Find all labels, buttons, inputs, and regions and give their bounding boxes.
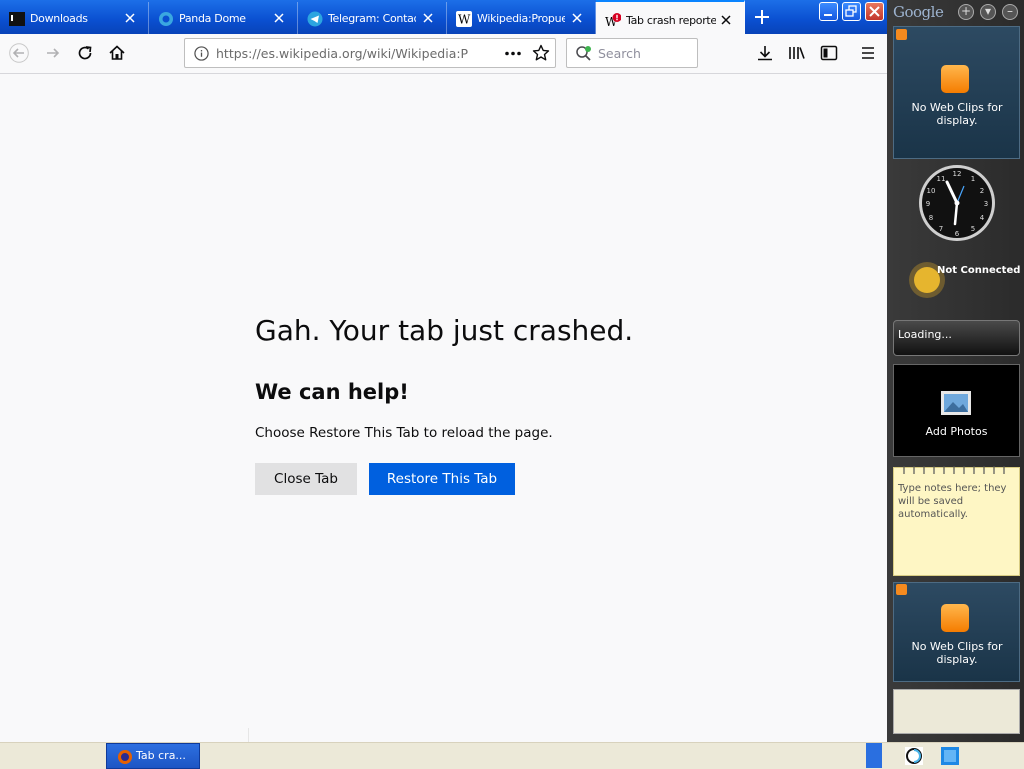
taskbar-button-label: Tab cra...: [136, 749, 186, 762]
tab-panda-dome[interactable]: Panda Dome: [149, 2, 298, 34]
search-input[interactable]: Search: [566, 38, 698, 68]
telegram-icon: [307, 11, 323, 27]
sidebar-minimize-button[interactable]: –: [1002, 4, 1018, 20]
notes-gadget[interactable]: Type notes here; they will be saved auto…: [893, 466, 1020, 576]
svg-text:9: 9: [926, 200, 930, 208]
web-clips-message: No Web Clips for display.: [911, 101, 1003, 127]
add-photos-label: Add Photos: [925, 425, 988, 438]
taskbar: Tab cra...: [0, 742, 1024, 769]
back-arrow-icon[interactable]: [9, 43, 29, 63]
tab-telegram[interactable]: Telegram: Contact: [298, 2, 447, 34]
library-icon[interactable]: [787, 43, 807, 63]
close-icon[interactable]: [273, 12, 285, 24]
svg-text:4: 4: [980, 214, 985, 222]
close-tab-button[interactable]: Close Tab: [255, 463, 357, 495]
wikipedia-icon: W: [456, 11, 472, 27]
add-gadget-button[interactable]: +: [958, 4, 974, 20]
terminal-icon: [9, 12, 25, 26]
reload-icon[interactable]: [75, 43, 95, 63]
restore-tab-button[interactable]: Restore This Tab: [369, 463, 515, 495]
svg-text:11: 11: [937, 175, 946, 183]
svg-text:2: 2: [980, 187, 984, 195]
wikipedia-crash-icon: W: [605, 13, 621, 29]
rss-icon: [896, 29, 907, 40]
crash-description: Choose Restore This Tab to reload the pa…: [255, 425, 553, 441]
navigation-toolbar: https://es.wikipedia.org/wiki/Wikipedia:…: [0, 34, 887, 74]
hamburger-menu-icon[interactable]: [858, 43, 878, 63]
close-window-icon: [869, 6, 880, 17]
web-clips-message: No Web Clips for display.: [911, 640, 1003, 666]
search-placeholder: Search: [598, 46, 641, 61]
panda-icon: [159, 12, 173, 26]
restore-window-icon: [845, 5, 857, 17]
tab-downloads[interactable]: Downloads: [0, 2, 149, 34]
home-icon[interactable]: [107, 43, 127, 63]
downloads-icon[interactable]: [755, 43, 775, 63]
tab-label: Telegram: Contact: [328, 12, 416, 25]
crash-subtitle: We can help!: [255, 380, 409, 404]
search-icon: [576, 46, 591, 61]
notes-textarea[interactable]: Type notes here; they will be saved auto…: [898, 482, 1014, 521]
url-text: https://es.wikipedia.org/wiki/Wikipedia:…: [216, 46, 468, 61]
rss-feed-icon: [941, 604, 969, 632]
photo-icon: [941, 391, 971, 415]
tab-crash-reporter[interactable]: W Tab crash reporter: [596, 0, 745, 34]
svg-text:1: 1: [971, 175, 975, 183]
bookmark-star-icon[interactable]: [532, 44, 550, 62]
tray-indicator[interactable]: [866, 743, 882, 768]
tab-label: Wikipedia:Propuesta: [477, 12, 565, 25]
close-icon[interactable]: [124, 12, 136, 24]
firefox-icon: [118, 750, 132, 764]
crash-title: Gah. Your tab just crashed.: [255, 314, 634, 347]
sidebar-empty-gadget: [893, 689, 1020, 734]
google-logo: Google: [893, 3, 944, 21]
close-window-button[interactable]: [865, 2, 884, 21]
web-clips-gadget[interactable]: No Web Clips for display.: [893, 26, 1020, 159]
svg-text:8: 8: [929, 214, 933, 222]
network-tray-icon[interactable]: [941, 747, 959, 765]
page-actions-icon[interactable]: [503, 46, 523, 61]
tab-label: Tab crash reporter: [626, 14, 716, 27]
taskbar-button-firefox[interactable]: Tab cra...: [106, 743, 200, 769]
rss-feed-icon: [941, 65, 969, 93]
photos-gadget[interactable]: Add Photos: [893, 364, 1020, 457]
restore-window-button[interactable]: [842, 2, 861, 21]
info-icon[interactable]: [194, 46, 209, 61]
minimize-icon: [824, 14, 832, 16]
tab-strip: Downloads Panda Dome Telegram: Contact W: [0, 0, 887, 34]
web-clips-gadget-2[interactable]: No Web Clips for display.: [893, 582, 1020, 682]
tab-wikipedia[interactable]: W Wikipedia:Propuesta: [447, 2, 596, 34]
url-bar[interactable]: https://es.wikipedia.org/wiki/Wikipedia:…: [184, 38, 556, 68]
svg-text:W: W: [458, 13, 471, 27]
close-icon[interactable]: [422, 12, 434, 24]
close-icon[interactable]: [720, 14, 732, 26]
weather-status: Not Connected: [937, 265, 1021, 276]
sidebar-toggle-icon[interactable]: [819, 43, 839, 63]
minimize-button[interactable]: [819, 2, 838, 21]
news-gadget[interactable]: Loading...: [893, 320, 1020, 356]
sidebar-menu-button[interactable]: ▾: [980, 4, 996, 20]
rss-icon: [896, 584, 907, 595]
close-icon[interactable]: [571, 12, 583, 24]
svg-text:7: 7: [939, 225, 943, 233]
news-loading-text: Loading...: [898, 328, 952, 341]
panda-tray-icon[interactable]: [905, 747, 923, 765]
tab-label: Downloads: [30, 12, 88, 25]
new-tab-icon[interactable]: [752, 7, 772, 27]
svg-text:12: 12: [953, 170, 962, 178]
forward-arrow-icon[interactable]: [43, 43, 63, 63]
svg-text:10: 10: [927, 187, 936, 195]
svg-text:6: 6: [955, 230, 960, 238]
svg-text:3: 3: [984, 200, 988, 208]
google-desktop-sidebar: Google + ▾ – No Web Clips for display. 1…: [887, 0, 1024, 742]
analog-clock-gadget[interactable]: 12 12 3 45 6 78 9 1011: [918, 164, 996, 242]
svg-text:5: 5: [971, 225, 975, 233]
weather-gadget[interactable]: Not Connected: [891, 256, 1021, 306]
tab-label: Panda Dome: [179, 12, 246, 25]
spiral-binding-icon: [903, 466, 1005, 474]
divider: [248, 728, 249, 742]
